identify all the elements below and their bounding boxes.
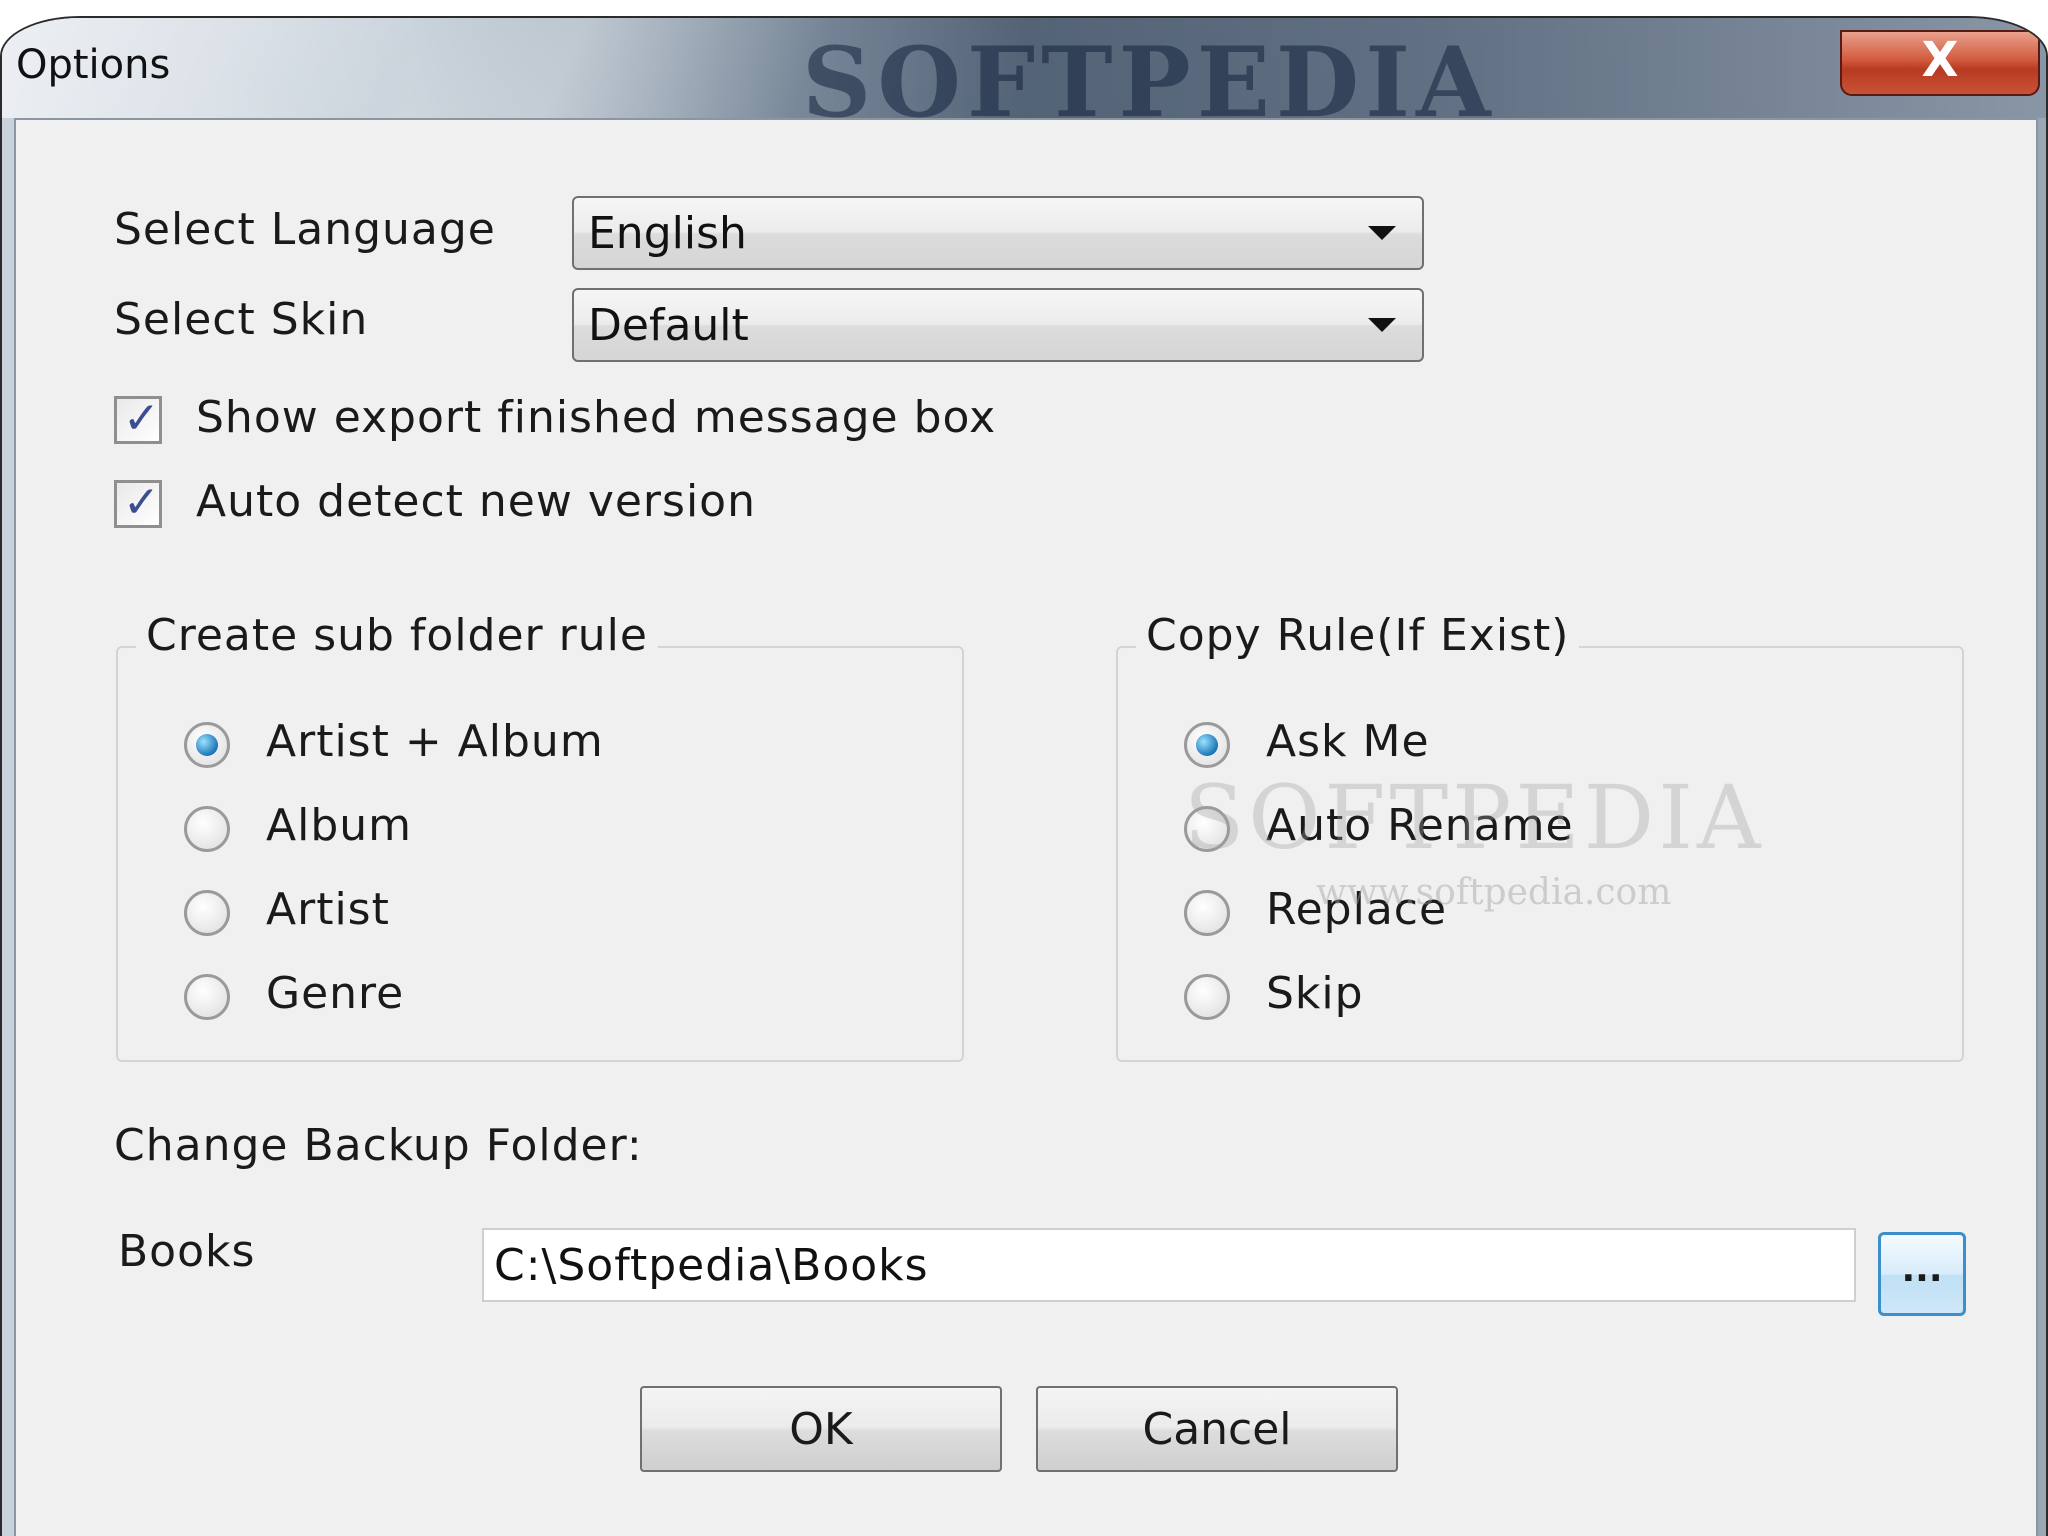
select-language-label: Select Language bbox=[114, 204, 496, 255]
dialog-client-area: Select Language English Select Skin Defa… bbox=[14, 118, 2038, 1536]
radio-dot-icon bbox=[196, 734, 218, 756]
radio-button[interactable] bbox=[184, 974, 230, 1020]
radio-label: Genre bbox=[266, 968, 405, 1019]
chevron-down-icon bbox=[1368, 318, 1396, 332]
softpedia-watermark-url: www.softpedia.com bbox=[1316, 872, 1672, 913]
show-export-checkbox[interactable]: ✓ bbox=[114, 393, 162, 444]
radio-button-selected[interactable] bbox=[1184, 722, 1230, 768]
chevron-down-icon bbox=[1368, 226, 1396, 240]
radio-label: Artist + Album bbox=[266, 716, 604, 767]
skin-dropdown-value: Default bbox=[588, 300, 749, 351]
close-icon: X bbox=[1921, 32, 1959, 88]
ellipsis-icon: ... bbox=[1901, 1249, 1943, 1290]
radio-label: Ask Me bbox=[1266, 716, 1430, 767]
title-bar[interactable]: Options SOFTPEDIA X bbox=[2, 18, 2046, 139]
options-window: Options SOFTPEDIA X Select Language Engl… bbox=[0, 16, 2048, 1536]
radio-button[interactable] bbox=[1184, 890, 1230, 936]
screen: Options SOFTPEDIA X Select Language Engl… bbox=[0, 0, 2048, 1536]
checkmark-icon: ✓ bbox=[123, 393, 160, 444]
radio-label: Skip bbox=[1266, 968, 1364, 1019]
radio-dot-icon bbox=[1196, 734, 1218, 756]
close-button[interactable]: X bbox=[1840, 30, 2040, 96]
language-dropdown[interactable]: English bbox=[572, 196, 1424, 270]
select-skin-label: Select Skin bbox=[114, 294, 369, 345]
skin-dropdown[interactable]: Default bbox=[572, 288, 1424, 362]
ok-button[interactable]: OK bbox=[640, 1386, 1002, 1472]
radio-button[interactable] bbox=[184, 890, 230, 936]
radio-label: Album bbox=[266, 800, 413, 851]
cancel-button[interactable]: Cancel bbox=[1036, 1386, 1398, 1472]
show-export-label: Show export finished message box bbox=[196, 392, 997, 443]
auto-detect-checkbox[interactable]: ✓ bbox=[114, 477, 162, 528]
browse-button[interactable]: ... bbox=[1878, 1232, 1966, 1316]
radio-button[interactable] bbox=[1184, 974, 1230, 1020]
checkmark-icon: ✓ bbox=[123, 477, 160, 528]
auto-detect-label: Auto detect new version bbox=[196, 476, 756, 527]
books-label: Books bbox=[118, 1226, 256, 1277]
cancel-button-label: Cancel bbox=[1142, 1404, 1292, 1455]
language-dropdown-value: English bbox=[588, 208, 747, 259]
subfolder-rule-title: Create sub folder rule bbox=[136, 610, 658, 661]
softpedia-watermark: SOFTPEDIA bbox=[1184, 766, 1765, 869]
copy-rule-title: Copy Rule(If Exist) bbox=[1136, 610, 1580, 661]
ok-button-label: OK bbox=[789, 1404, 853, 1455]
radio-button-selected[interactable] bbox=[184, 722, 230, 768]
subfolder-rule-group: Create sub folder rule Artist + Album Al… bbox=[116, 610, 964, 1062]
backup-path-input[interactable] bbox=[482, 1228, 1856, 1302]
radio-label: Artist bbox=[266, 884, 390, 935]
change-backup-folder-heading: Change Backup Folder: bbox=[114, 1120, 643, 1171]
radio-button[interactable] bbox=[184, 806, 230, 852]
window-title: Options bbox=[16, 42, 171, 88]
